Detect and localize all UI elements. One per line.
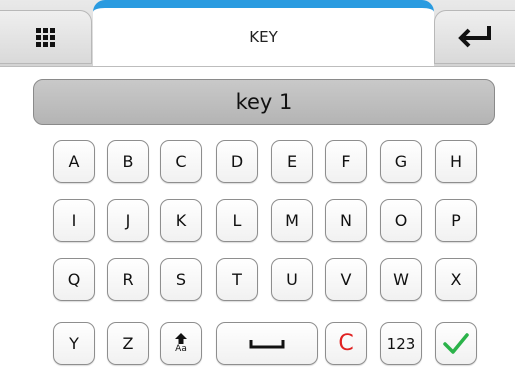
input-value: key 1 (235, 90, 293, 114)
key-z[interactable]: Z (107, 322, 149, 365)
key-q[interactable]: Q (53, 258, 95, 301)
key-label: L (232, 211, 242, 230)
key-b[interactable]: B (107, 140, 149, 183)
key-label: B (122, 152, 134, 171)
key-m[interactable]: M (271, 199, 313, 242)
key-p[interactable]: P (435, 199, 477, 242)
key-label: Z (122, 334, 134, 353)
key-y[interactable]: Y (53, 322, 95, 365)
shift-label: Aa (175, 344, 187, 354)
key-label: X (450, 270, 462, 289)
key-n[interactable]: N (325, 199, 367, 242)
key-label: A (68, 152, 80, 171)
page-title-text: KEY (249, 28, 278, 46)
enter-button[interactable] (434, 10, 515, 64)
key-label: S (175, 270, 187, 289)
key-label: U (286, 270, 298, 289)
key-l[interactable]: L (216, 199, 258, 242)
space-key[interactable] (216, 322, 318, 365)
key-f[interactable]: F (325, 140, 367, 183)
key-r[interactable]: R (107, 258, 149, 301)
page-title: KEY (93, 0, 434, 66)
key-x[interactable]: X (435, 258, 477, 301)
key-label: T (232, 270, 242, 289)
key-c[interactable]: C (160, 140, 202, 183)
key-label: D (230, 152, 244, 171)
key-label: K (175, 211, 187, 230)
key-label: Y (69, 334, 79, 353)
key-a[interactable]: A (53, 140, 95, 183)
key-e[interactable]: E (271, 140, 313, 183)
key-label: J (125, 211, 131, 230)
key-label: C (175, 152, 187, 171)
key-v[interactable]: V (325, 258, 367, 301)
key-label: I (71, 211, 77, 230)
key-label: G (394, 152, 408, 171)
key-s[interactable]: S (160, 258, 202, 301)
key-label: R (122, 270, 134, 289)
text-input-display[interactable]: key 1 (33, 79, 495, 125)
key-label: F (341, 152, 351, 171)
key-label: Q (67, 270, 81, 289)
key-label: E (286, 152, 298, 171)
space-bar-icon (249, 339, 285, 348)
enter-return-icon (458, 26, 491, 48)
clear-key[interactable]: C (325, 322, 367, 365)
numeric-key[interactable]: 123 (380, 322, 422, 365)
key-label: V (340, 270, 352, 289)
key-label: H (449, 152, 463, 171)
checkmark-icon (443, 332, 469, 354)
key-i[interactable]: I (53, 199, 95, 242)
grid-menu-icon (36, 27, 55, 47)
key-label: P (451, 211, 461, 230)
key-h[interactable]: H (435, 140, 477, 183)
key-u[interactable]: U (271, 258, 313, 301)
shift-arrow-icon (175, 333, 187, 344)
shift-key[interactable]: Aa (160, 322, 202, 365)
key-label: W (393, 270, 409, 289)
key-j[interactable]: J (107, 199, 149, 242)
key-t[interactable]: T (216, 258, 258, 301)
key-label: N (340, 211, 352, 230)
clear-label: C (338, 331, 354, 356)
key-k[interactable]: K (160, 199, 202, 242)
key-g[interactable]: G (380, 140, 422, 183)
key-label: M (285, 211, 299, 230)
numeric-label: 123 (386, 334, 416, 353)
key-label: O (394, 211, 408, 230)
menu-button[interactable] (0, 10, 92, 64)
key-d[interactable]: D (216, 140, 258, 183)
confirm-key[interactable] (435, 322, 477, 365)
key-w[interactable]: W (380, 258, 422, 301)
key-o[interactable]: O (380, 199, 422, 242)
